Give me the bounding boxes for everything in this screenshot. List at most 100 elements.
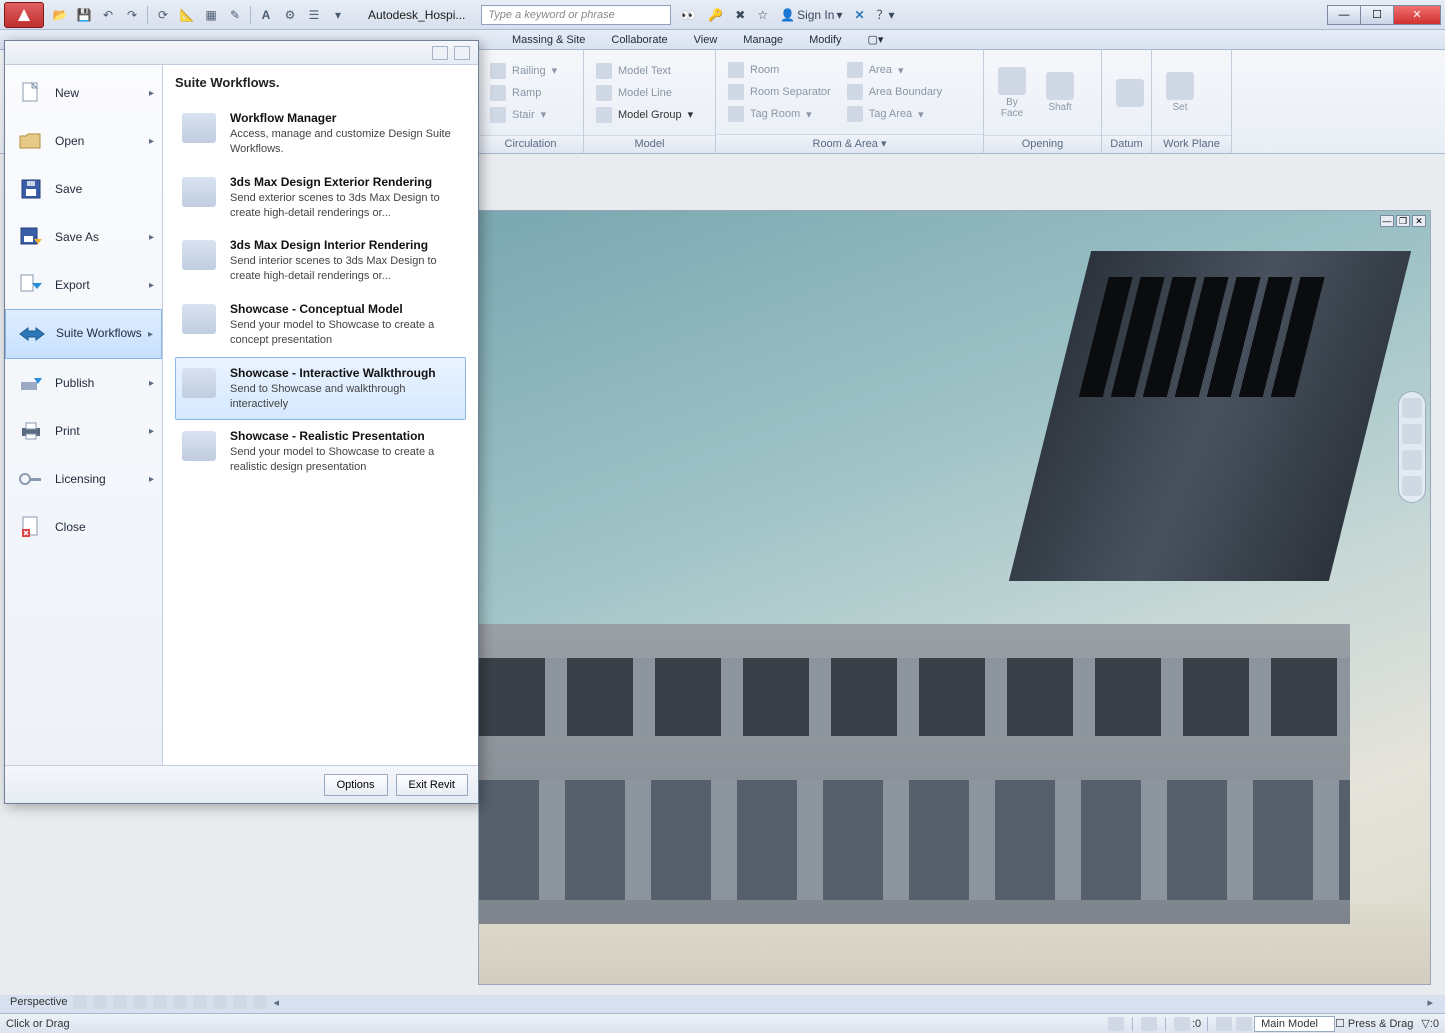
- chevron-down-icon[interactable]: ▾: [328, 5, 348, 25]
- sign-in-button[interactable]: 👤 Sign In ▾: [776, 6, 846, 24]
- titlebar: 📂 💾 ↶ ↷ ⟳ 📐 ▦ ✎ A ⚙ ☰ ▾ Autodesk_Hospi..…: [0, 0, 1445, 30]
- appmenu-save[interactable]: Save: [5, 165, 162, 213]
- appmenu-detail-title: Suite Workflows.: [175, 75, 466, 90]
- tag-area-button[interactable]: Tag Area ▾: [843, 104, 946, 124]
- favorite-icon[interactable]: ☆: [753, 6, 772, 24]
- shaft-button[interactable]: Shaft: [1040, 68, 1080, 117]
- appmenu-export[interactable]: Export▸: [5, 261, 162, 309]
- title-right-tools: 👀 🔑 ✖ ☆ 👤 Sign In ▾ ✕ ？▾: [677, 4, 898, 25]
- chevron-right-icon: ▸: [148, 329, 153, 340]
- exchange-apps-icon[interactable]: ✕: [850, 6, 868, 24]
- worksets-icon[interactable]: [1108, 1017, 1124, 1031]
- save-icon[interactable]: 💾: [74, 5, 94, 25]
- settings-icon[interactable]: ⚙: [280, 5, 300, 25]
- exchange-icon[interactable]: ✖: [731, 6, 749, 24]
- appmenu-publish[interactable]: Publish▸: [5, 359, 162, 407]
- viewer-icon[interactable]: [1208, 104, 1226, 122]
- open-icon[interactable]: 📂: [50, 5, 70, 25]
- search-input[interactable]: Type a keyword or phrase: [481, 5, 671, 25]
- appmenu-open[interactable]: Open▸: [5, 117, 162, 165]
- detail-level-icon[interactable]: [73, 995, 87, 1009]
- scroll-left-icon[interactable]: ◂: [273, 996, 279, 1009]
- lock-3d-icon[interactable]: [213, 995, 227, 1009]
- maximize-button[interactable]: ☐: [1360, 5, 1394, 25]
- rendering-icon[interactable]: [153, 995, 167, 1009]
- room-separator-button[interactable]: Room Separator: [724, 82, 835, 102]
- workflow-3dsmax-interior[interactable]: 3ds Max Design Interior RenderingSend in…: [175, 229, 466, 293]
- reveal-hidden-icon[interactable]: [253, 995, 267, 1009]
- help-icon[interactable]: ？▾: [873, 4, 899, 25]
- tab-view[interactable]: View: [682, 31, 730, 49]
- exit-revit-button[interactable]: Exit Revit: [396, 774, 468, 796]
- workflow-showcase-walkthrough[interactable]: Showcase - Interactive WalkthroughSend t…: [175, 357, 466, 421]
- qat-icon[interactable]: ✎: [225, 5, 245, 25]
- appmenu-licensing[interactable]: Licensing▸: [5, 455, 162, 503]
- appmenu-print[interactable]: Print▸: [5, 407, 162, 455]
- crop-region-icon[interactable]: [193, 995, 207, 1009]
- qat-icon[interactable]: ▦: [201, 5, 221, 25]
- area-button[interactable]: Area ▾: [843, 60, 946, 80]
- application-menu-button[interactable]: [4, 2, 44, 28]
- visual-style-icon[interactable]: [93, 995, 107, 1009]
- set-button[interactable]: Set: [1160, 68, 1200, 117]
- building-render: [479, 211, 1430, 984]
- datum-button[interactable]: [1110, 75, 1150, 111]
- tab-collaborate[interactable]: Collaborate: [599, 31, 679, 49]
- stair-button[interactable]: Stair ▾: [486, 105, 561, 125]
- recent-small-icon[interactable]: [432, 46, 448, 60]
- exclude-icon[interactable]: [1236, 1017, 1252, 1031]
- recent-large-icon[interactable]: [454, 46, 470, 60]
- minimize-button[interactable]: —: [1327, 5, 1361, 25]
- redo-icon[interactable]: ↷: [122, 5, 142, 25]
- infocenter-icon[interactable]: 👀: [677, 6, 700, 24]
- sun-path-icon[interactable]: [113, 995, 127, 1009]
- appmenu-new[interactable]: New▸: [5, 69, 162, 117]
- show-icon[interactable]: [1208, 64, 1226, 82]
- ref-plane-icon[interactable]: [1208, 84, 1226, 102]
- ribbon-group-label: Opening: [984, 135, 1101, 153]
- scroll-right-icon[interactable]: ▸: [1427, 996, 1433, 1009]
- ribbon-group-label[interactable]: Room & Area ▾: [716, 134, 983, 153]
- ramp-button[interactable]: Ramp: [486, 83, 561, 103]
- sync-icon[interactable]: ⟳: [153, 5, 173, 25]
- text-icon[interactable]: A: [256, 5, 276, 25]
- railing-button[interactable]: Railing ▾: [486, 61, 561, 81]
- options-button[interactable]: Options: [324, 774, 388, 796]
- tab-modify[interactable]: Modify: [797, 31, 853, 49]
- appmenu-close[interactable]: Close: [5, 503, 162, 551]
- filter-icon[interactable]: ▽:0: [1421, 1017, 1439, 1030]
- active-only-icon[interactable]: [1216, 1017, 1232, 1031]
- view-3d[interactable]: — ❐ ✕ LEFT FRONT: [478, 210, 1431, 985]
- model-text-button[interactable]: Model Text: [592, 61, 697, 81]
- workflow-showcase-conceptual[interactable]: Showcase - Conceptual ModelSend your mod…: [175, 293, 466, 357]
- appmenu-suite-workflows[interactable]: Suite Workflows▸: [5, 309, 162, 359]
- press-drag-toggle[interactable]: ☐ Press & Drag: [1335, 1017, 1413, 1030]
- appmenu-save-as[interactable]: Save As▸: [5, 213, 162, 261]
- close-button[interactable]: ✕: [1393, 5, 1441, 25]
- tag-room-button[interactable]: Tag Room ▾: [724, 104, 835, 124]
- tab-manage[interactable]: Manage: [731, 31, 795, 49]
- area-boundary-button[interactable]: Area Boundary: [843, 82, 946, 102]
- list-icon[interactable]: ☰: [304, 5, 324, 25]
- tab-context-icon[interactable]: ▢▾: [855, 30, 895, 49]
- model-line-button[interactable]: Model Line: [592, 83, 697, 103]
- by-face-button[interactable]: By Face: [992, 63, 1032, 123]
- key-icon[interactable]: 🔑: [704, 6, 727, 24]
- model-group-button[interactable]: Model Group ▾: [592, 105, 697, 125]
- crop-view-icon[interactable]: [173, 995, 187, 1009]
- undo-icon[interactable]: ↶: [98, 5, 118, 25]
- temp-hide-icon[interactable]: [233, 995, 247, 1009]
- editable-only-icon[interactable]: [1141, 1017, 1157, 1031]
- design-options-icon[interactable]: [1174, 1017, 1190, 1031]
- shadows-icon[interactable]: [133, 995, 147, 1009]
- tab-massing-site[interactable]: Massing & Site: [500, 31, 597, 49]
- ribbon-group-datum: Datum: [1102, 50, 1152, 153]
- measure-icon[interactable]: 📐: [177, 5, 197, 25]
- main-model-combo[interactable]: Main Model: [1254, 1016, 1335, 1032]
- view-scale-label[interactable]: Perspective: [10, 996, 67, 1008]
- workflow-showcase-realistic[interactable]: Showcase - Realistic PresentationSend yo…: [175, 420, 466, 484]
- room-button[interactable]: Room: [724, 60, 835, 80]
- room-icon: [728, 62, 744, 78]
- workflow-3dsmax-exterior[interactable]: 3ds Max Design Exterior RenderingSend ex…: [175, 166, 466, 230]
- workflow-manager[interactable]: Workflow ManagerAccess, manage and custo…: [175, 102, 466, 166]
